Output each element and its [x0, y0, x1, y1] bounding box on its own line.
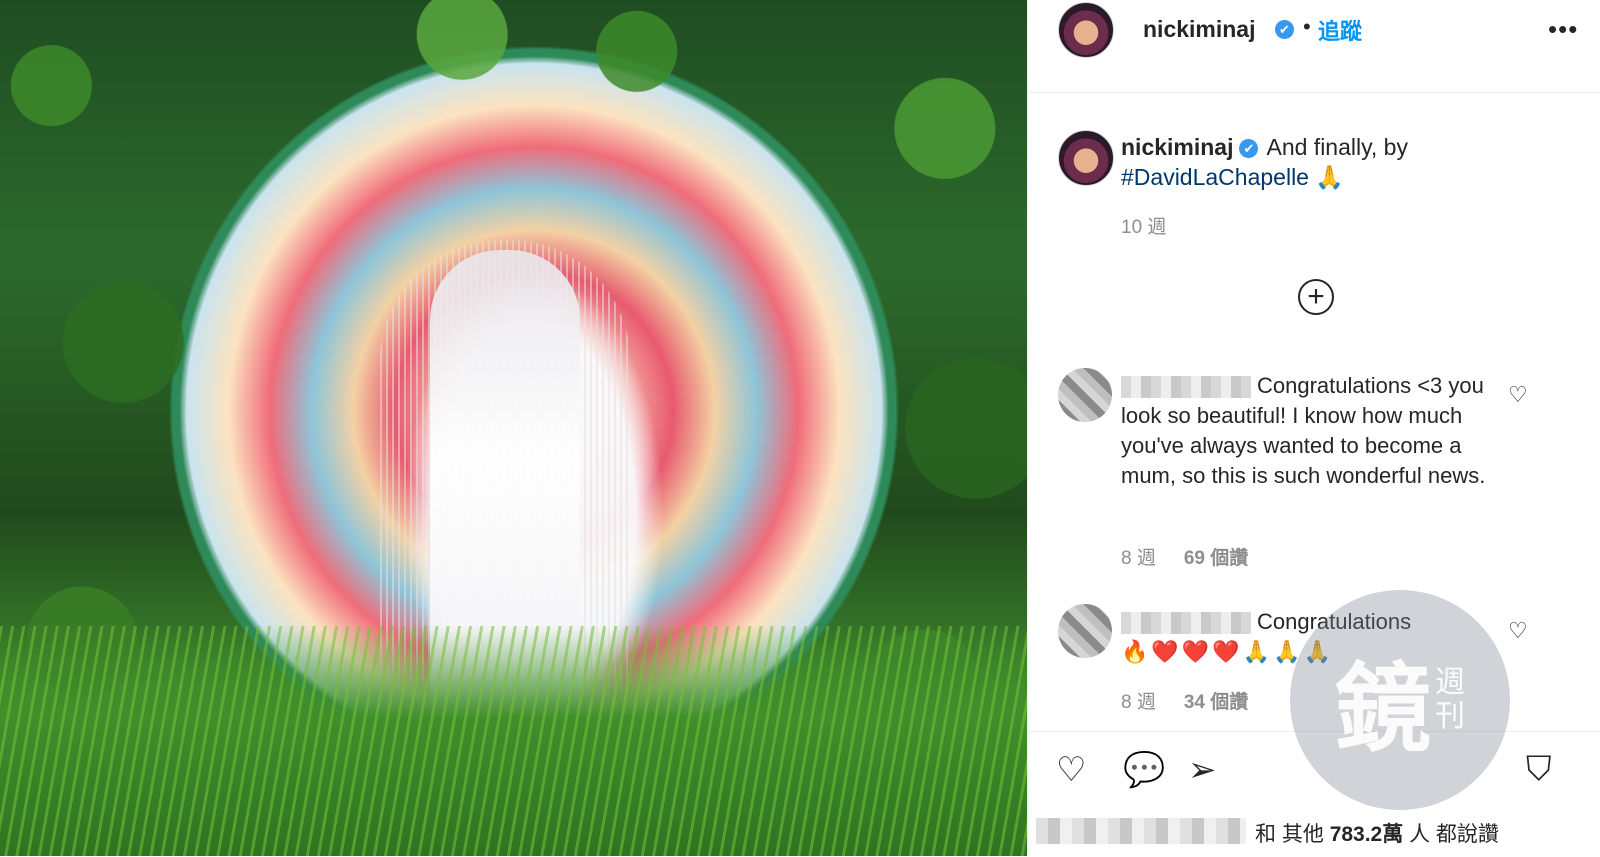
author-username[interactable]: nickiminaj [1143, 16, 1255, 43]
save-bookmark-icon[interactable]: ⛉ [1526, 750, 1552, 789]
publisher-watermark-logo: 鏡 週 刊 [1290, 590, 1510, 810]
commenter-avatar[interactable] [1058, 368, 1112, 422]
comment-like-heart-icon[interactable]: ♡ [1508, 382, 1528, 408]
comment-age[interactable]: 8 週 [1121, 692, 1156, 713]
watermark-small-char: 刊 [1435, 699, 1465, 734]
comment-like-count[interactable]: 69 個讚 [1184, 548, 1248, 569]
fire-emoji: 🔥 [1121, 639, 1149, 664]
comment-like-count[interactable]: 34 個讚 [1184, 692, 1248, 713]
comment-text-block: Congratulations <3 you look so beautiful… [1121, 371, 1491, 491]
caption-username[interactable]: nickiminaj [1121, 134, 1233, 160]
caption-body: And finally, by [1266, 134, 1408, 160]
author-avatar[interactable] [1058, 2, 1114, 58]
comment-meta: 8 週 34 個讚 [1121, 687, 1248, 714]
caption-age[interactable]: 10 週 [1121, 212, 1166, 239]
likes-count: 783.2萬 [1329, 823, 1404, 846]
like-heart-icon[interactable]: ♡ [1056, 750, 1086, 790]
caption-emoji: 🙏 [1315, 164, 1344, 190]
liker-blurred[interactable] [1036, 818, 1246, 844]
post-photo[interactable] [0, 0, 1027, 856]
caption-verified-badge-icon: ✔ [1239, 139, 1259, 158]
likes-suffix: 人 都說讚 [1409, 823, 1499, 846]
comment-age[interactable]: 8 週 [1121, 548, 1156, 569]
likes-prefix: 和 其他 [1255, 823, 1324, 846]
watermark-small-chars: 週 刊 [1435, 666, 1465, 734]
heart-emoji: ❤️ [1151, 639, 1179, 664]
heart-emoji: ❤️ [1181, 639, 1210, 664]
header-separator: • [1303, 14, 1311, 39]
commenter-avatar[interactable] [1058, 604, 1112, 658]
share-paper-plane-icon[interactable]: ➢ [1188, 750, 1217, 790]
verified-badge-icon: ✔ [1275, 20, 1294, 39]
comment-like-heart-icon[interactable]: ♡ [1508, 618, 1528, 644]
photo-grass [0, 626, 1027, 856]
comment-bubble-icon[interactable]: 💬 [1123, 750, 1165, 790]
follow-button[interactable]: 追蹤 [1318, 14, 1362, 46]
watermark-main-char: 鏡 [1335, 652, 1431, 765]
likes-text[interactable]: 和 其他 783.2萬 人 都說讚 [1255, 818, 1499, 848]
post-header: nickiminaj ✔ • 追蹤 ••• [1028, 0, 1600, 93]
more-options-icon[interactable]: ••• [1548, 14, 1578, 45]
likes-summary: 和 其他 783.2萬 人 都說讚 [1028, 812, 1600, 852]
heart-emoji: ❤️ [1212, 639, 1240, 664]
caption-text: nickiminaj ✔ And finally, by #DavidLaChape… [1121, 132, 1501, 192]
load-more-comments-button[interactable]: + [1298, 279, 1334, 315]
praying-hands-emoji: 🙏 [1242, 639, 1271, 664]
comment-meta: 8 週 69 個讚 [1121, 543, 1248, 570]
caption-hashtag[interactable]: #DavidLaChapelle [1121, 164, 1309, 190]
commenter-username-blurred[interactable] [1121, 612, 1251, 635]
caption-avatar[interactable] [1058, 130, 1114, 186]
commenter-username-blurred[interactable] [1121, 376, 1251, 399]
watermark-small-char: 週 [1435, 665, 1465, 700]
